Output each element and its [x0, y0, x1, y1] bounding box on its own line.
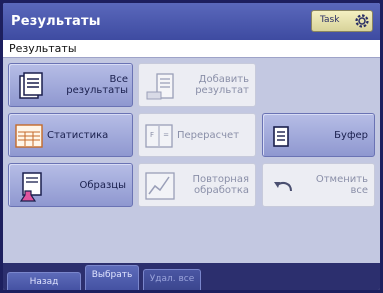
samples-label: Образцы	[79, 180, 126, 191]
button-grid: Все результаты Добавить результат Статис…	[3, 58, 380, 263]
undo-icon	[274, 182, 292, 192]
add-result-icon	[146, 73, 174, 100]
results-list-icon	[19, 72, 43, 99]
app-title: Результаты	[11, 14, 101, 29]
all-results-label: Все результаты	[66, 74, 128, 96]
samples-button[interactable]: Образцы	[8, 163, 133, 207]
recalculate-button[interactable]: F = Перерасчет	[138, 113, 256, 157]
delete-all-label: Удал. все	[149, 274, 195, 284]
svg-text:F: F	[150, 131, 154, 139]
samples-icon	[19, 172, 42, 202]
reprocess-label: Повторная обработка	[192, 174, 249, 196]
back-label: Назад	[29, 277, 59, 287]
add-result-label: Добавить результат	[195, 74, 249, 96]
add-result-button[interactable]: Добавить результат	[138, 63, 256, 107]
statistics-button[interactable]: Статистика	[8, 113, 133, 157]
recalculate-icon: F =	[145, 124, 173, 148]
back-button[interactable]: Назад	[7, 272, 81, 290]
task-label: Task	[320, 15, 340, 25]
reprocess-button[interactable]: Повторная обработка	[138, 163, 256, 207]
bottom-bar: Назад Выбрать Удал. все	[3, 263, 380, 290]
buffer-button[interactable]: Буфер	[262, 113, 375, 157]
subtitle-text: Результаты	[9, 42, 77, 55]
page-subtitle: Результаты	[3, 40, 380, 58]
undo-all-button[interactable]: Отменить все	[262, 163, 375, 207]
statistics-icon	[15, 124, 43, 148]
task-button[interactable]: Task	[311, 10, 373, 32]
select-button[interactable]: Выбрать	[85, 265, 139, 290]
all-results-button[interactable]: Все результаты	[8, 63, 133, 107]
delete-all-button[interactable]: Удал. все	[143, 269, 201, 290]
title-bar: Результаты Task	[3, 3, 380, 40]
buffer-label: Буфер	[334, 130, 368, 141]
undo-all-label: Отменить все	[315, 174, 368, 196]
svg-text:=: =	[163, 131, 169, 139]
statistics-label: Статистика	[47, 130, 109, 141]
select-label: Выбрать	[91, 270, 133, 280]
recalculate-label: Перерасчет	[177, 130, 240, 141]
reprocess-icon	[145, 172, 175, 200]
screen: Результаты Task Результаты Все результат…	[3, 3, 380, 290]
clipboard-icon	[273, 126, 289, 147]
gear-icon	[355, 14, 369, 28]
